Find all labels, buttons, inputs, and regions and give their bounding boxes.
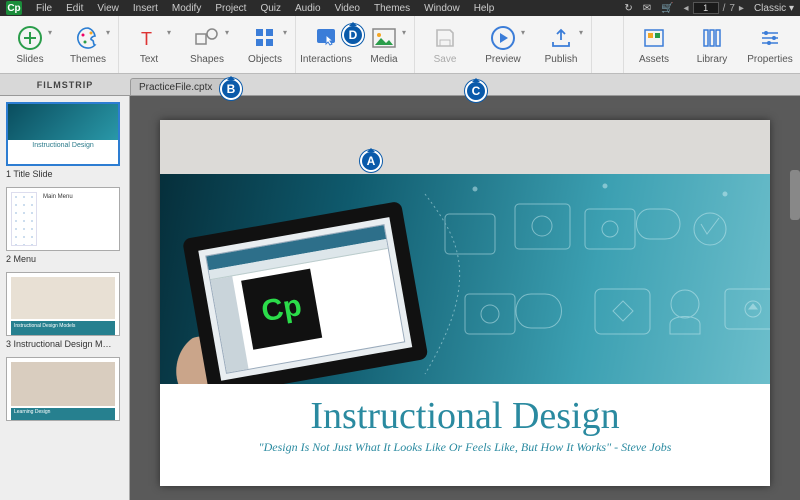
captivate-logo-tile: Cp bbox=[241, 269, 322, 350]
thumb1-caption: 1 Title Slide bbox=[6, 169, 123, 179]
sliders-icon bbox=[756, 24, 784, 52]
save-label: Save bbox=[434, 54, 457, 65]
preview-button[interactable]: Preview bbox=[479, 24, 527, 65]
image-icon bbox=[370, 24, 398, 52]
mail-icon[interactable]: ✉ bbox=[643, 3, 651, 14]
text-icon: T bbox=[135, 24, 163, 52]
slide-canvas[interactable]: Cp Instructional Design "Design Is Not J… bbox=[130, 96, 800, 500]
assets-icon bbox=[640, 24, 668, 52]
properties-button[interactable]: Properties bbox=[746, 24, 794, 65]
pager-prev[interactable]: ◂ bbox=[684, 3, 689, 14]
thumb2-mini: Main Menu bbox=[43, 194, 73, 200]
slides-label: Slides bbox=[16, 54, 43, 65]
hand-tap-icon bbox=[312, 24, 340, 52]
upload-icon bbox=[547, 24, 575, 52]
save-icon bbox=[431, 24, 459, 52]
scrollbar-thumb[interactable] bbox=[790, 170, 800, 220]
filmstrip-panel: Instructional Design 1 Title Slide Main … bbox=[0, 96, 130, 500]
shapes-label: Shapes bbox=[190, 54, 224, 65]
interactions-label: Interactions bbox=[300, 54, 352, 65]
play-circle-icon bbox=[489, 24, 517, 52]
sync-icon[interactable]: ↻ bbox=[624, 3, 632, 14]
callout-a: A bbox=[360, 150, 382, 172]
menu-audio[interactable]: Audio bbox=[295, 3, 321, 14]
app-logo: Cp bbox=[6, 1, 22, 15]
menu-view[interactable]: View bbox=[97, 3, 119, 14]
slide-thumb-4[interactable]: Learning Design bbox=[6, 357, 123, 424]
page-navigator: ◂ / 7 ▸ bbox=[684, 2, 744, 14]
file-tab-name: PracticeFile.cptx bbox=[139, 82, 212, 93]
menu-project[interactable]: Project bbox=[215, 3, 246, 14]
slide-hero: Cp bbox=[160, 174, 770, 384]
pager-next[interactable]: ▸ bbox=[739, 3, 744, 14]
toolbar: Slides Themes T Text Shapes Objects Inte… bbox=[0, 16, 800, 74]
save-button[interactable]: Save bbox=[421, 24, 469, 65]
thumb3-mini: Instructional Design Models bbox=[11, 321, 115, 335]
menu-modify[interactable]: Modify bbox=[172, 3, 201, 14]
slide: Cp Instructional Design "Design Is Not J… bbox=[160, 120, 770, 486]
callout-c: C bbox=[465, 80, 487, 102]
palette-icon bbox=[74, 24, 102, 52]
menu-file[interactable]: File bbox=[36, 3, 52, 14]
library-label: Library bbox=[697, 54, 728, 65]
pager-sep: / bbox=[723, 3, 726, 14]
assets-button[interactable]: Assets bbox=[630, 24, 678, 65]
callout-d: D bbox=[342, 24, 364, 46]
pager-current[interactable] bbox=[693, 2, 719, 14]
themes-label: Themes bbox=[70, 54, 106, 65]
menu-window[interactable]: Window bbox=[424, 3, 460, 14]
slide-thumb-3[interactable]: Instructional Design Models 3 Instructio… bbox=[6, 272, 123, 349]
text-button[interactable]: T Text bbox=[125, 24, 173, 65]
thumb2-caption: 2 Menu bbox=[6, 254, 123, 264]
workspace: Instructional Design 1 Title Slide Main … bbox=[0, 96, 800, 500]
pager-total: 7 bbox=[729, 3, 735, 14]
shapes-button[interactable]: Shapes bbox=[183, 24, 231, 65]
properties-label: Properties bbox=[747, 54, 793, 65]
menu-video[interactable]: Video bbox=[335, 3, 360, 14]
workspace-switcher[interactable]: Classic ▾ bbox=[754, 3, 794, 14]
grid-icon bbox=[251, 24, 279, 52]
menu-themes[interactable]: Themes bbox=[374, 3, 410, 14]
themes-button[interactable]: Themes bbox=[64, 24, 112, 65]
publish-label: Publish bbox=[545, 54, 578, 65]
assets-label: Assets bbox=[639, 54, 669, 65]
slide-thumb-2[interactable]: Main Menu 2 Menu bbox=[6, 187, 123, 264]
menu-edit[interactable]: Edit bbox=[66, 3, 83, 14]
media-button[interactable]: Media bbox=[360, 24, 408, 65]
menu-insert[interactable]: Insert bbox=[133, 3, 158, 14]
media-label: Media bbox=[370, 54, 397, 65]
slide-quote: "Design Is Not Just What It Looks Like O… bbox=[160, 440, 770, 455]
library-button[interactable]: Library bbox=[688, 24, 736, 65]
objects-button[interactable]: Objects bbox=[241, 24, 289, 65]
filmstrip-header: FILMSTRIP bbox=[0, 74, 130, 96]
thumb1-mini: Instructional Design bbox=[8, 140, 118, 164]
text-label: Text bbox=[140, 54, 158, 65]
menu-quiz[interactable]: Quiz bbox=[260, 3, 281, 14]
file-tab[interactable]: PracticeFile.cptx × bbox=[130, 78, 233, 95]
library-icon bbox=[698, 24, 726, 52]
publish-button[interactable]: Publish bbox=[537, 24, 585, 65]
thumb3-caption: 3 Instructional Design M… bbox=[6, 339, 123, 349]
thumb4-mini: Learning Design bbox=[11, 408, 115, 420]
slide-top-bar bbox=[160, 120, 770, 174]
cart-icon[interactable]: 🛒 bbox=[661, 3, 673, 14]
menu-help[interactable]: Help bbox=[474, 3, 495, 14]
menu-bar: Cp File Edit View Insert Modify Project … bbox=[0, 0, 800, 16]
slides-button[interactable]: Slides bbox=[6, 24, 54, 65]
slide-title: Instructional Design bbox=[160, 394, 770, 438]
preview-label: Preview bbox=[485, 54, 521, 65]
objects-label: Objects bbox=[248, 54, 282, 65]
slide-thumb-1[interactable]: Instructional Design 1 Title Slide bbox=[6, 102, 123, 179]
svg-text:T: T bbox=[141, 29, 152, 49]
plus-circle-icon bbox=[16, 24, 44, 52]
callout-b: B bbox=[220, 78, 242, 100]
shapes-icon bbox=[193, 24, 221, 52]
